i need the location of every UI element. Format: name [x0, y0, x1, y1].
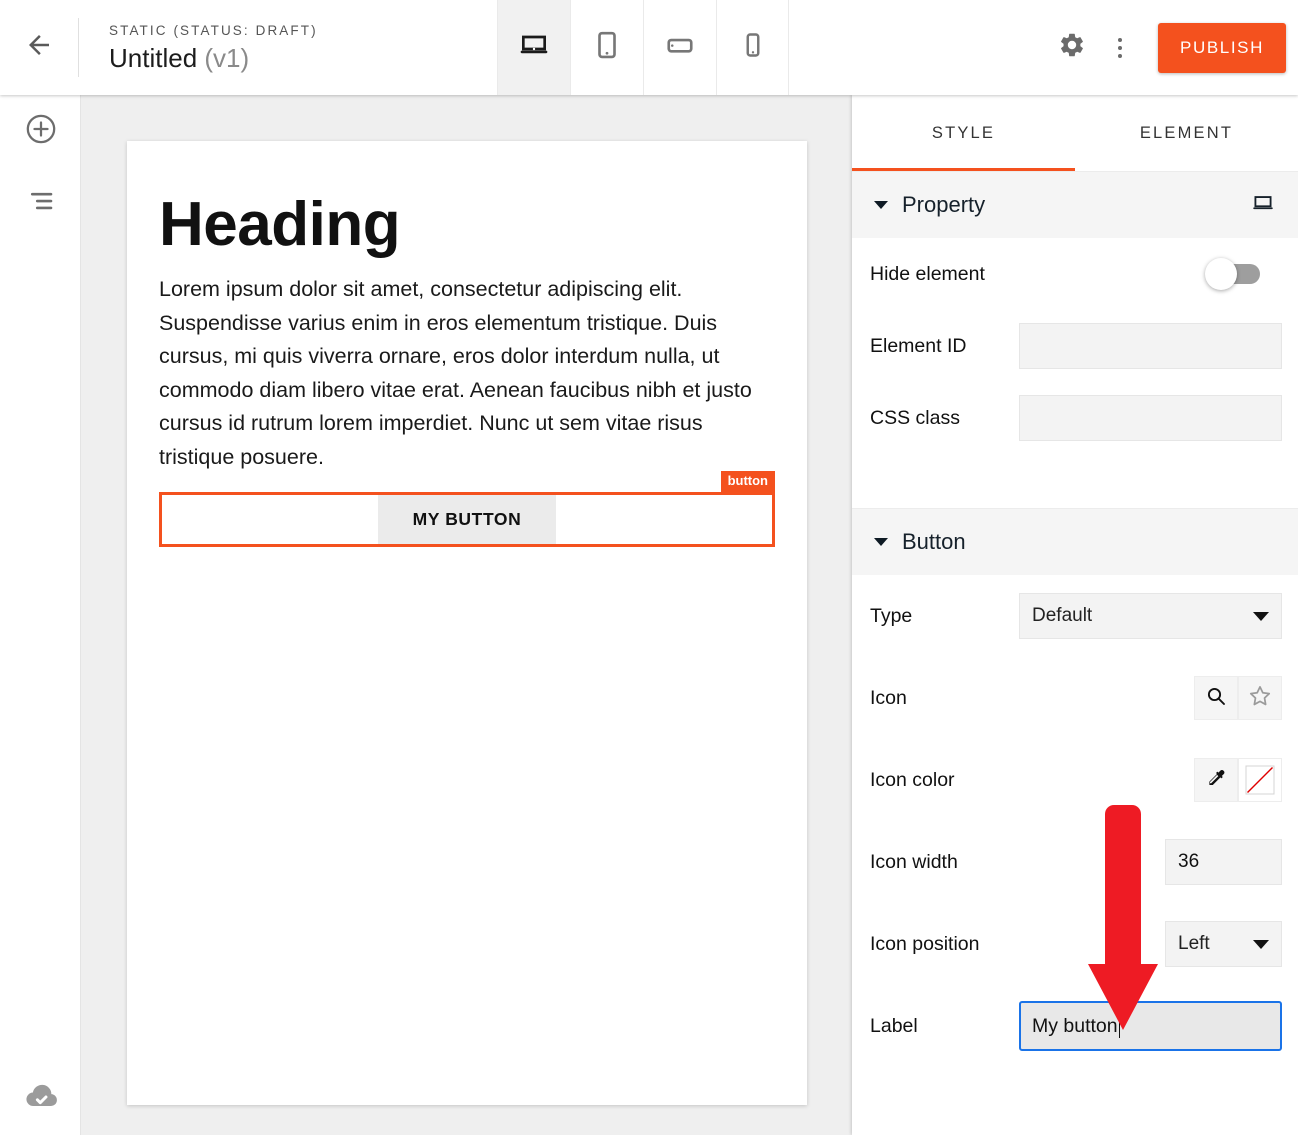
- tablet-icon: [592, 30, 622, 65]
- icon-favorite-button[interactable]: [1238, 676, 1282, 720]
- label-type: Type: [870, 605, 912, 628]
- canvas-heading[interactable]: Heading: [159, 189, 775, 261]
- row-element-id: Element ID: [852, 310, 1298, 382]
- row-icon-color: Icon color: [852, 739, 1298, 821]
- icon-position-value: Left: [1178, 933, 1210, 955]
- dropdown-caret-icon: [1253, 612, 1269, 621]
- button-label-input[interactable]: My button: [1019, 1001, 1282, 1051]
- laptop-icon: [518, 29, 550, 66]
- plus-circle-icon: [24, 112, 58, 151]
- section-title-button: Button: [902, 529, 966, 555]
- section-gap: [852, 454, 1298, 508]
- section-title-property: Property: [902, 192, 985, 218]
- icon-width-input[interactable]: [1165, 839, 1282, 885]
- app-root: STATIC (STATUS: DRAFT) Untitled (v1): [0, 0, 1298, 1135]
- type-select-value: Default: [1032, 605, 1092, 627]
- button-label-value: My button: [1032, 1015, 1118, 1038]
- settings-button[interactable]: [1048, 24, 1096, 72]
- label-icon-width: Icon width: [870, 851, 958, 874]
- device-button-desktop[interactable]: [497, 0, 570, 95]
- label-icon-color: Icon color: [870, 769, 955, 792]
- selected-button-element[interactable]: button MY BUTTON: [159, 492, 775, 547]
- icon-color-none-swatch[interactable]: [1238, 758, 1282, 802]
- section-header-button[interactable]: Button: [852, 509, 1298, 575]
- panel-tabs: STYLE ELEMENT: [852, 95, 1298, 172]
- row-icon-width: Icon width: [852, 821, 1298, 903]
- icon-search-button[interactable]: [1194, 676, 1238, 720]
- top-toolbar: STATIC (STATUS: DRAFT) Untitled (v1): [0, 0, 1298, 95]
- laptop-icon[interactable]: [1250, 190, 1276, 221]
- kebab-menu-icon: [1118, 38, 1122, 58]
- device-button-tablet[interactable]: [570, 0, 643, 95]
- layers-panel-button[interactable]: [0, 167, 81, 239]
- selection-type-badge: button: [721, 471, 775, 492]
- canvas-button[interactable]: MY BUTTON: [378, 495, 556, 544]
- chevron-down-icon: [874, 201, 888, 209]
- row-type: Type Default: [852, 575, 1298, 657]
- label-element-id: Element ID: [870, 335, 966, 358]
- css-class-input[interactable]: [1019, 395, 1282, 441]
- star-outline-icon: [1247, 683, 1273, 714]
- device-switcher: [497, 0, 789, 95]
- gear-icon: [1058, 31, 1086, 64]
- chevron-down-icon: [874, 538, 888, 546]
- document-name: Untitled: [109, 43, 197, 73]
- device-button-tablet-landscape[interactable]: [643, 0, 716, 95]
- label-hide-element: Hide element: [870, 263, 985, 286]
- type-select[interactable]: Default: [1019, 593, 1282, 639]
- row-icon: Icon: [852, 657, 1298, 739]
- properties-panel: STYLE ELEMENT Property Hide element Elem…: [852, 95, 1298, 1135]
- arrow-left-icon: [24, 30, 54, 65]
- icon-color-picker-button[interactable]: [1194, 758, 1238, 802]
- page-title: Untitled (v1): [109, 41, 497, 75]
- tab-style[interactable]: STYLE: [852, 95, 1075, 171]
- label-icon-position: Icon position: [870, 933, 980, 956]
- row-icon-position: Icon position Left: [852, 903, 1298, 985]
- tablet-landscape-icon: [665, 30, 695, 65]
- row-label: Label My button: [852, 985, 1298, 1067]
- element-id-input[interactable]: [1019, 323, 1282, 369]
- toggle-knob: [1205, 258, 1237, 290]
- canvas-viewport[interactable]: Heading Lorem ipsum dolor sit amet, cons…: [81, 95, 852, 1135]
- toolbar-actions: PUBLISH: [1048, 0, 1298, 95]
- section-header-property[interactable]: Property: [852, 172, 1298, 238]
- dropdown-caret-icon: [1253, 940, 1269, 949]
- mobile-icon: [739, 31, 767, 64]
- label-css-class: CSS class: [870, 407, 960, 430]
- eyedropper-icon: [1204, 766, 1228, 795]
- canvas-paragraph[interactable]: Lorem ipsum dolor sit amet, consectetur …: [159, 273, 775, 474]
- label-icon: Icon: [870, 687, 907, 710]
- row-hide-element: Hide element: [852, 238, 1298, 310]
- hide-element-toggle[interactable]: [1208, 264, 1260, 284]
- save-status-indicator: [0, 1071, 81, 1127]
- search-icon: [1204, 684, 1228, 713]
- left-sidebar: [0, 95, 81, 1135]
- icon-position-select[interactable]: Left: [1165, 921, 1282, 967]
- document-status-label: STATIC (STATUS: DRAFT): [109, 21, 497, 41]
- layers-list-icon: [26, 186, 56, 221]
- page-canvas[interactable]: Heading Lorem ipsum dolor sit amet, cons…: [127, 141, 807, 1105]
- add-element-button[interactable]: [0, 95, 81, 167]
- cloud-check-icon: [23, 1079, 59, 1120]
- no-color-swatch-icon: [1245, 765, 1275, 795]
- document-title-block: STATIC (STATUS: DRAFT) Untitled (v1): [79, 0, 497, 95]
- more-options-button[interactable]: [1096, 24, 1144, 72]
- tab-element[interactable]: ELEMENT: [1075, 95, 1298, 171]
- publish-button[interactable]: PUBLISH: [1158, 23, 1286, 73]
- text-cursor: [1119, 1014, 1121, 1038]
- document-version: (v1): [204, 43, 249, 73]
- device-button-mobile[interactable]: [716, 0, 789, 95]
- row-css-class: CSS class: [852, 382, 1298, 454]
- label-label: Label: [870, 1015, 918, 1038]
- back-button[interactable]: [0, 0, 78, 95]
